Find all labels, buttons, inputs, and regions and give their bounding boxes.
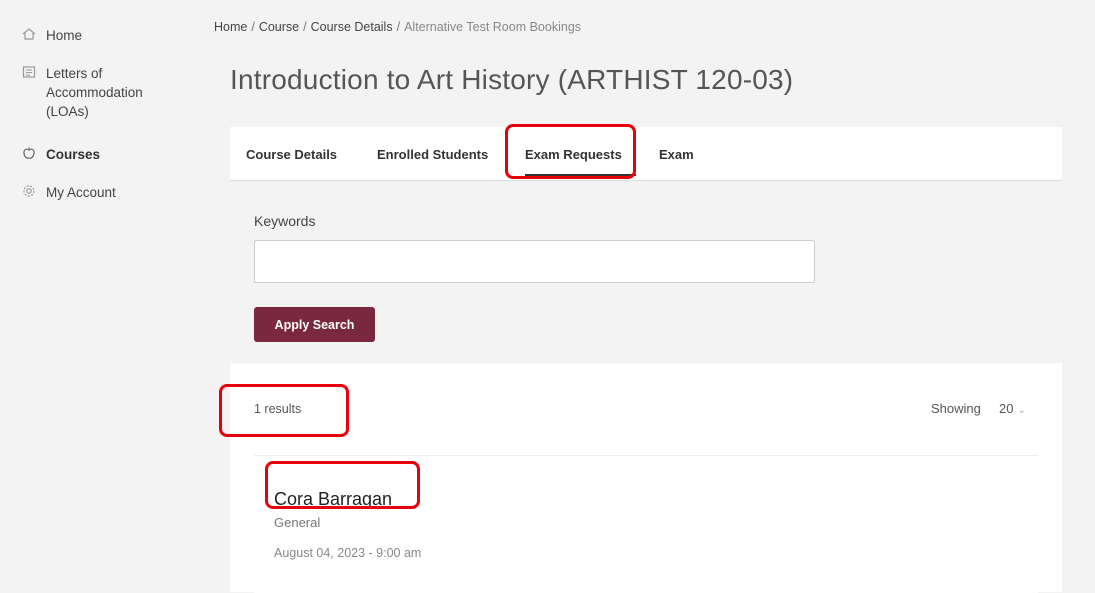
keywords-input[interactable]	[254, 240, 815, 283]
sidebar-item-label: Letters of Accommodation (LOAs)	[46, 66, 143, 119]
showing-label: Showing	[931, 401, 981, 416]
breadcrumb-separator: /	[303, 20, 307, 34]
tab-bar	[230, 127, 1062, 181]
sidebar-item-label: My Account	[46, 185, 116, 200]
page-title: Introduction to Art History (ARTHIST 120…	[230, 64, 794, 95]
breadcrumb-item-home[interactable]: Home	[214, 20, 247, 34]
apple-icon	[22, 146, 36, 160]
gear-icon	[22, 184, 36, 198]
sidebar-item-label: Courses	[46, 147, 101, 162]
exam-date: August 04, 2023 - 9:00 am	[274, 546, 422, 560]
breadcrumb-current: Alternative Test Room Bookings	[404, 20, 582, 34]
sidebar: Home Letters of Accommodation (LOAs) Cou…	[0, 0, 195, 592]
breadcrumb: Home / Course / Course Details / Alternative T…	[214, 20, 581, 34]
page-size-select[interactable]: 20 ⌄	[999, 401, 1026, 416]
document-list-icon	[22, 65, 36, 79]
breadcrumb-item-course[interactable]: Course	[259, 20, 299, 34]
chevron-down-icon: ⌄	[1017, 405, 1026, 416]
tab-exam[interactable]: Exam	[659, 147, 694, 162]
sidebar-item-loas[interactable]: Letters of Accommodation (LOAs)	[22, 64, 143, 121]
sidebar-item-courses[interactable]: Courses	[22, 145, 100, 164]
breadcrumb-separator: /	[251, 20, 255, 34]
sidebar-item-label: Home	[46, 28, 83, 43]
request-type: General	[274, 515, 321, 530]
sidebar-item-my-account[interactable]: My Account	[22, 183, 116, 202]
breadcrumb-separator: /	[396, 20, 401, 34]
home-icon	[22, 27, 36, 41]
results-count: 1 results	[254, 402, 302, 416]
sidebar-item-home[interactable]: Home	[22, 26, 82, 45]
keywords-label: Keywords	[254, 213, 316, 229]
tab-exam-requests[interactable]: Exam Requests	[525, 147, 636, 176]
apply-search-button[interactable]: Apply Search	[254, 307, 375, 342]
page-size-value: 20	[999, 401, 1014, 416]
list-item[interactable]	[254, 455, 1038, 593]
breadcrumb-item-course-details[interactable]: Course Details	[311, 20, 393, 34]
tab-course-details[interactable]: Course Details	[246, 147, 337, 162]
tab-enrolled-students[interactable]: Enrolled Students	[377, 147, 488, 162]
student-name[interactable]: Cora Barragan	[274, 489, 392, 510]
